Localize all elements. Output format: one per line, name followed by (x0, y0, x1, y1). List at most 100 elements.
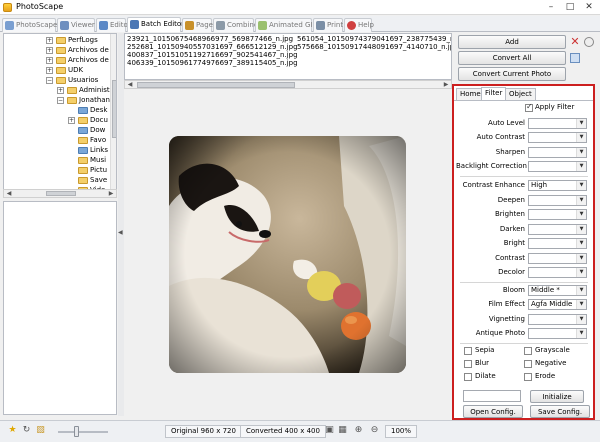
collapse-icon[interactable]: − (57, 97, 64, 104)
scroll-left-icon[interactable]: ◀ (126, 81, 134, 88)
sharpen-label: Sharpen (495, 148, 525, 156)
file-item[interactable]: 23921_10150675468966977_569877466_n.jpg (127, 35, 293, 43)
negative-checkbox[interactable] (524, 360, 532, 368)
convert-current-photo-button[interactable]: Convert Current Photo (458, 67, 566, 81)
bloom-select[interactable]: Middle * ▼ (528, 285, 587, 296)
apply-filter-checkbox[interactable] (525, 102, 533, 112)
zoom-in-icon[interactable]: ⊕ (353, 425, 364, 436)
folder-icon[interactable]: ▧ (35, 425, 46, 436)
slider-handle[interactable] (74, 426, 79, 437)
tab-object[interactable]: Object (505, 88, 536, 100)
sepia-label: Sepia (475, 346, 495, 354)
thumbnail-list-pane[interactable] (3, 201, 117, 415)
darken-select[interactable]: ▼ (528, 224, 587, 235)
collapse-left-icon[interactable]: ◀ (118, 229, 123, 236)
grayscale-checkbox[interactable] (524, 347, 532, 355)
deepen-select[interactable]: ▼ (528, 195, 587, 206)
bright-select[interactable]: ▼ (528, 238, 587, 249)
vignetting-label: Vignetting (488, 315, 525, 323)
file-list[interactable]: 23921_10150675468966977_569877466_n.jpg … (124, 33, 452, 80)
tab-batch-editor[interactable]: Batch Editor (127, 17, 184, 32)
file-item[interactable]: 406339_10150961774976697_389115405_n.jpg (127, 59, 298, 67)
chevron-down-icon: ▼ (576, 133, 586, 142)
collapse-icon[interactable]: − (46, 77, 53, 84)
converted-size-readout: Converted 400 x 400 (240, 425, 326, 438)
decolor-select[interactable]: ▼ (528, 267, 587, 278)
photoscape-logo-icon (3, 3, 12, 12)
file-item[interactable]: 252681_10150940557031697_666512129_n.jpg (127, 43, 298, 51)
folder-tree[interactable]: + PerfLogs + Archivos de + Archivos de + UDK… (3, 33, 117, 195)
tab-viewer[interactable]: Viewer (57, 18, 95, 32)
decolor-label: Decolor (498, 268, 525, 276)
list-icon[interactable] (570, 53, 580, 63)
convert-all-button[interactable]: Convert All (458, 51, 566, 65)
tree-hscroll-thumb[interactable] (46, 191, 76, 196)
dog-photo-image (169, 136, 406, 373)
scroll-right-icon[interactable]: ▶ (107, 190, 115, 197)
backlight-correction-label: Backlight Correction (456, 162, 527, 170)
blur-checkbox[interactable] (464, 360, 472, 368)
tree-horizontal-scrollbar[interactable]: ◀ ▶ (3, 189, 117, 198)
folder-icon (78, 157, 88, 164)
auto-level-select[interactable]: ▼ (528, 118, 587, 129)
tab-print[interactable]: Print (313, 18, 343, 32)
file-list-scroll-thumb[interactable] (137, 82, 295, 88)
tab-filter[interactable]: Filter (481, 87, 507, 100)
expand-icon[interactable]: + (46, 37, 53, 44)
expand-icon[interactable]: + (46, 57, 53, 64)
bloom-label: Bloom (502, 286, 525, 294)
fit-window-icon[interactable]: ▣ (324, 425, 335, 436)
expand-icon[interactable]: + (68, 117, 75, 124)
tab-editor[interactable]: Editor (96, 18, 131, 32)
settings-gear-icon[interactable] (584, 37, 594, 47)
brighten-select[interactable]: ▼ (528, 209, 587, 220)
add-button[interactable]: Add (458, 35, 566, 49)
minimize-icon[interactable]: – (543, 1, 559, 13)
auto-contrast-select[interactable]: ▼ (528, 132, 587, 143)
tab-animated-gif[interactable]: Animated GIF (255, 18, 317, 32)
film-effect-select[interactable]: Agfa Middle ▼ (528, 299, 587, 310)
contrast-enhance-select[interactable]: High ▼ (528, 180, 587, 191)
file-item[interactable]: 575668_10150917448091697_4140710_n.jpg (297, 43, 451, 51)
scroll-left-icon[interactable]: ◀ (5, 190, 13, 197)
config-name-field[interactable] (463, 390, 521, 402)
initialize-button[interactable]: Initialize (530, 390, 584, 403)
tree-scroll-thumb[interactable] (112, 80, 116, 138)
star-icon[interactable]: ★ (7, 425, 18, 436)
backlight-correction-select[interactable]: ▼ (528, 161, 587, 172)
close-icon[interactable]: ✕ (581, 1, 597, 13)
chevron-down-icon: ▼ (576, 181, 586, 190)
zoom-out-icon[interactable]: ⊖ (369, 425, 380, 436)
tab-page[interactable]: Page (182, 18, 213, 32)
actual-size-icon[interactable]: ▦ (337, 425, 348, 436)
sepia-checkbox[interactable] (464, 347, 472, 355)
vignetting-select[interactable]: ▼ (528, 314, 587, 325)
folder-icon (56, 67, 66, 74)
expand-icon[interactable]: + (46, 67, 53, 74)
open-config-button[interactable]: Open Config. (463, 405, 523, 418)
thumbnail-size-slider[interactable] (58, 431, 108, 433)
antique-photo-select[interactable]: ▼ (528, 328, 587, 339)
file-item[interactable]: 400837_10151051192716697_902541467_n.jpg (127, 51, 298, 59)
scroll-right-icon[interactable]: ▶ (442, 81, 450, 88)
contrast-select[interactable]: ▼ (528, 253, 587, 264)
file-list-horizontal-scrollbar[interactable]: ◀ ▶ (124, 80, 452, 89)
erode-checkbox[interactable] (524, 373, 532, 381)
file-item[interactable]: 561054_10150974379041697_238775439_n.jpg (297, 35, 451, 43)
tab-help[interactable]: Help (344, 18, 374, 32)
chevron-down-icon: ▼ (576, 300, 586, 309)
save-config-button[interactable]: Save Config. (530, 405, 590, 418)
dilate-checkbox[interactable] (464, 373, 472, 381)
expand-icon[interactable]: + (57, 87, 64, 94)
sharpen-select[interactable]: ▼ (528, 147, 587, 158)
expand-icon[interactable]: + (46, 47, 53, 54)
contrast-enhance-label: Contrast Enhance (462, 181, 525, 189)
pane-splitter[interactable]: ◀ (118, 33, 124, 416)
maximize-icon[interactable]: □ (562, 1, 578, 13)
status-bar: ★ ↻ ▧ Original 960 x 720 Converted 400 x… (0, 420, 600, 442)
tree-vertical-scrollbar[interactable] (110, 34, 116, 194)
tab-combine[interactable]: Combine (213, 18, 258, 32)
tab-photoscape[interactable]: PhotoScape (2, 18, 57, 32)
remove-icon[interactable]: ✕ (570, 36, 580, 47)
rotate-icon[interactable]: ↻ (21, 425, 32, 436)
